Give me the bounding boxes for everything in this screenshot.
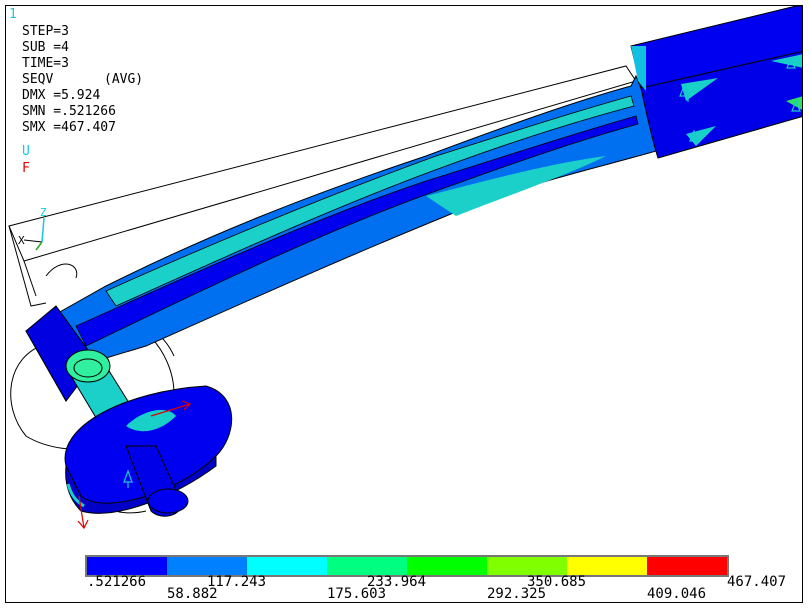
dmx-label: DMX =5.924 [22,88,101,103]
legend-label-lower: 467.407 [727,574,787,590]
window-number: 1 [9,7,17,22]
smn-label: SMN =.521266 [22,104,116,119]
sub-label: SUB =4 [22,40,69,55]
legend-swatch [87,557,167,575]
deformed-arm [25,74,657,402]
axis-triad [23,217,45,251]
legend-label-upper: 58.882 [167,586,218,602]
legend-label-upper: 175.603 [327,586,387,602]
step-label: STEP=3 [22,24,69,39]
graphics-window[interactable]: 1 STEP=3 SUB =4 TIME=3 SEQV (AVG) DMX =5… [5,5,803,603]
triad-x-label: X [18,234,25,247]
legend-swatch [247,557,327,575]
legend-label-upper: 409.046 [647,586,707,602]
legend-swatch [327,557,407,575]
legend-swatch [167,557,247,575]
time-label: TIME=3 [22,56,69,71]
legend-swatch [407,557,487,575]
smx-label: SMX =467.407 [22,120,116,135]
legend-swatch [567,557,647,575]
end-block [630,6,802,159]
legend-label-upper: 292.325 [487,586,547,602]
triad-z-label: Z [40,206,47,219]
model-view[interactable] [6,6,803,603]
legend-label-lower: .521266 [87,574,147,590]
avg-label: (AVG) [104,72,144,87]
displacement-symbol-label: U [22,144,30,159]
legend-swatch [647,557,727,575]
result-type-label: SEQV [22,72,54,87]
legend-swatch [487,557,567,575]
force-symbol-label: F [22,161,30,176]
